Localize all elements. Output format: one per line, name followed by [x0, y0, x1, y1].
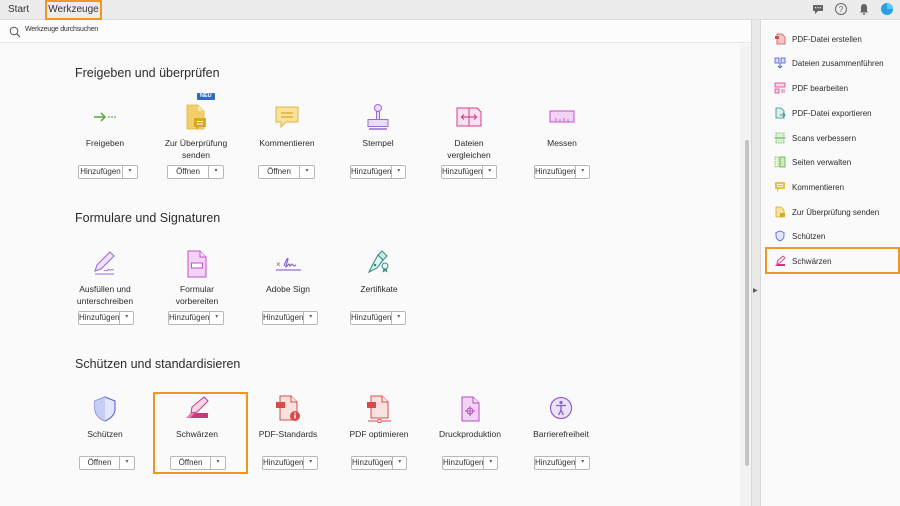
edit-pdf-icon	[774, 82, 786, 94]
open-button[interactable]: Öffnen ▾	[79, 456, 135, 470]
dropdown-chevron-icon[interactable]: ▾	[576, 457, 589, 469]
tool-label: Schützen	[87, 429, 123, 439]
dropdown-chevron-icon[interactable]: ▾	[300, 166, 314, 178]
comment-icon	[774, 181, 786, 193]
panel-divider[interactable]	[751, 20, 761, 506]
chat-icon[interactable]	[811, 2, 825, 16]
add-button[interactable]: Hinzufügen ▾	[441, 165, 497, 179]
top-bar: Start Werkzeuge ?	[0, 0, 900, 20]
user-avatar-icon[interactable]	[880, 2, 894, 16]
combine-files-icon	[774, 57, 786, 69]
print-production-icon	[455, 394, 485, 424]
prepare-form-icon	[182, 249, 212, 279]
panel-item-organize-pages[interactable]: Seiten verwalten	[774, 155, 851, 169]
dropdown-chevron-icon[interactable]: ▾	[392, 312, 405, 324]
dropdown-chevron-icon[interactable]: ▾	[120, 457, 134, 469]
optimize-pdf-icon	[364, 394, 394, 424]
section-title-share-review: Freigeben und überprüfen	[75, 66, 220, 80]
highlight-frame-panel-schwaerzen	[765, 247, 900, 274]
tool-label: PDF optimieren	[349, 429, 409, 439]
export-pdf-icon	[774, 107, 786, 119]
compare-files-icon	[454, 103, 484, 133]
tool-label: Dateien vergleichen	[447, 138, 491, 160]
dropdown-chevron-icon[interactable]: ▾	[484, 457, 497, 469]
search-input[interactable]: Werkzeuge durchsuchen	[25, 26, 98, 33]
add-button[interactable]: Hinzufügen ▾	[168, 311, 224, 325]
tool-label: Formular vorbereiten	[175, 284, 219, 306]
dropdown-chevron-icon[interactable]: ▾	[392, 166, 405, 178]
svg-text:?: ?	[839, 5, 844, 14]
panel-item-comment[interactable]: Kommentieren	[774, 180, 844, 194]
add-button[interactable]: Hinzufügen ▾	[78, 165, 138, 179]
accessibility-icon	[546, 394, 576, 424]
tool-label: Kommentieren	[259, 138, 315, 148]
send-for-review-icon	[774, 206, 786, 218]
tool-label: Zur Überprüfung senden	[164, 138, 228, 160]
dropdown-chevron-icon[interactable]: ▾	[393, 457, 406, 469]
search-icon	[9, 25, 21, 43]
tool-label: Freigeben	[85, 138, 125, 148]
tool-label: Druckproduktion	[439, 429, 501, 439]
new-badge: NEU	[197, 93, 215, 100]
tab-start[interactable]: Start	[8, 0, 29, 20]
panel-item-export-pdf[interactable]: PDF-Datei exportieren	[774, 106, 872, 120]
comment-icon	[272, 103, 302, 133]
tools-search-bar[interactable]: Werkzeuge durchsuchen	[0, 20, 751, 43]
tool-label: Zertifikate	[360, 284, 398, 294]
add-button[interactable]: Hinzufügen ▾	[351, 456, 407, 470]
share-arrow-icon	[90, 103, 120, 133]
dropdown-chevron-icon[interactable]: ▾	[209, 166, 223, 178]
panel-item-combine-files[interactable]: Dateien zusammenführen	[774, 56, 884, 70]
stamp-icon	[363, 103, 393, 133]
section-title-forms-signatures: Formulare und Signaturen	[75, 211, 221, 225]
add-button[interactable]: Hinzufügen ▾	[262, 456, 318, 470]
tool-label: Stempel	[362, 138, 394, 148]
dropdown-chevron-icon[interactable]: ▾	[304, 312, 317, 324]
enhance-scans-icon	[774, 132, 786, 144]
dropdown-chevron-icon[interactable]: ▾	[120, 312, 133, 324]
open-button[interactable]: Öffnen ▾	[167, 165, 224, 179]
organize-pages-icon	[774, 156, 786, 168]
panel-item-create-pdf[interactable]: PDF-Datei erstellen	[774, 32, 862, 46]
panel-item-edit-pdf[interactable]: PDF bearbeiten	[774, 81, 848, 95]
dropdown-chevron-icon[interactable]: ▾	[483, 166, 496, 178]
shield-icon	[90, 394, 120, 424]
add-button[interactable]: Hinzufügen ▾	[262, 311, 318, 325]
send-for-review-icon	[181, 103, 211, 133]
dropdown-chevron-icon[interactable]: ▾	[576, 166, 589, 178]
add-button[interactable]: Hinzufügen ▾	[442, 456, 498, 470]
add-button[interactable]: Hinzufügen ▾	[534, 165, 590, 179]
fill-sign-icon	[90, 249, 120, 279]
dropdown-chevron-icon[interactable]: ▾	[304, 457, 317, 469]
svg-text:×: ×	[276, 260, 281, 269]
help-icon[interactable]: ?	[834, 2, 848, 16]
dropdown-chevron-icon[interactable]: ▾	[210, 312, 223, 324]
tool-label: PDF-Standards	[258, 429, 318, 439]
add-button[interactable]: Hinzufügen ▾	[350, 165, 406, 179]
add-button[interactable]: Hinzufügen ▾	[534, 456, 590, 470]
tool-label: Ausfüllen und unterschreiben	[76, 284, 134, 306]
certificate-pen-icon	[364, 249, 394, 279]
open-button[interactable]: Öffnen ▾	[258, 165, 315, 179]
pdf-standards-icon	[273, 394, 303, 424]
bell-icon[interactable]	[857, 2, 871, 16]
panel-item-enhance-scans[interactable]: Scans verbessern	[774, 131, 856, 145]
panel-item-protect[interactable]: Schützen	[774, 229, 825, 243]
tab-werkzeuge[interactable]: Werkzeuge	[45, 0, 102, 20]
highlight-frame-schwaerzen	[153, 392, 248, 474]
collapse-panel-arrow-icon[interactable]: ▶	[753, 287, 758, 294]
ruler-icon	[547, 103, 577, 133]
shield-icon	[774, 230, 786, 242]
adobe-sign-icon: ×	[273, 249, 303, 279]
dropdown-chevron-icon[interactable]: ▾	[123, 166, 137, 178]
tool-label: Barrierefreiheit	[533, 429, 589, 439]
tool-label: Messen	[547, 138, 577, 148]
panel-item-send-for-review[interactable]: Zur Überprüfung senden	[774, 205, 879, 219]
section-title-protect-standardize: Schützen und standardisieren	[75, 357, 241, 371]
tool-label: Adobe Sign	[266, 284, 310, 294]
create-pdf-icon	[774, 33, 786, 45]
scrollbar-thumb[interactable]	[745, 140, 749, 466]
add-button[interactable]: Hinzufügen ▾	[350, 311, 406, 325]
add-button[interactable]: Hinzufügen ▾	[78, 311, 134, 325]
